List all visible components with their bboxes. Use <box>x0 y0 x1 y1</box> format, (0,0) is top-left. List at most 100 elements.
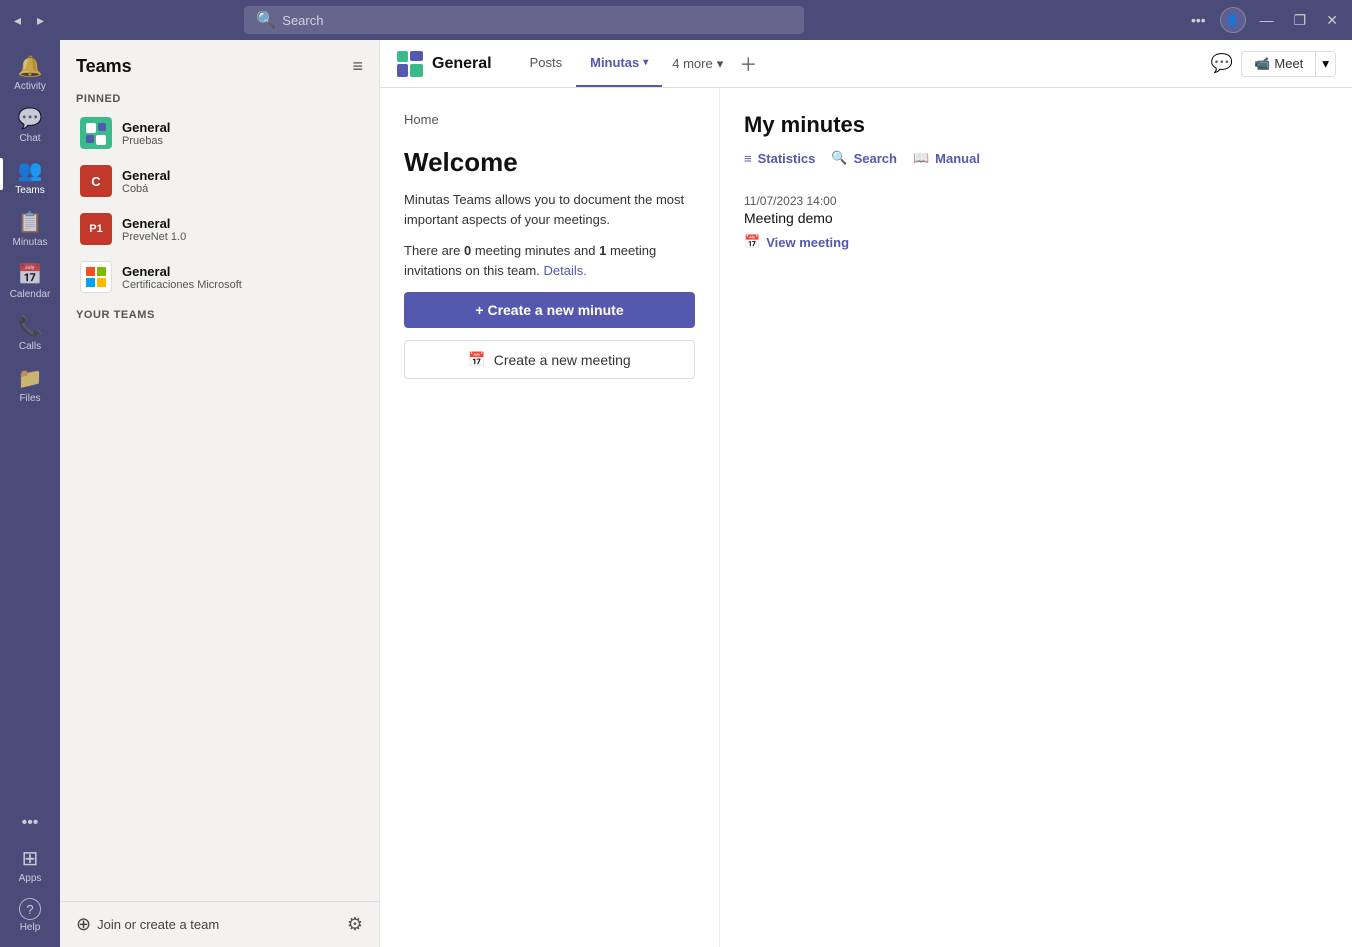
chat-icon: 💬 <box>18 106 43 131</box>
team-item-prevenet[interactable]: P1 General PreveNet 1.0 <box>64 205 375 253</box>
more-tabs-chevron: ▾ <box>717 56 724 72</box>
join-team-button[interactable]: ⊕ Join or create a team <box>76 914 339 935</box>
forward-button[interactable]: ▸ <box>31 8 50 33</box>
my-minutes-panel: My minutes ≡ Statistics 🔍 Search 📖 Manua… <box>720 88 1352 947</box>
rail-bottom: ••• ⊞ Apps ? Help <box>0 808 60 939</box>
back-button[interactable]: ◂ <box>8 8 27 33</box>
details-link[interactable]: Details. <box>543 263 586 278</box>
chat-label: Chat <box>19 133 40 144</box>
files-icon: 📁 <box>18 366 43 391</box>
tab-posts[interactable]: Posts <box>516 40 577 87</box>
channel-name: General <box>432 55 492 73</box>
video-icon: 📹 <box>1254 56 1270 72</box>
sidebar-item-help[interactable]: ? Help <box>0 892 60 939</box>
my-minutes-title: My minutes <box>744 112 1328 138</box>
sidebar-bottom: ⊕ Join or create a team ⚙ <box>60 901 379 947</box>
sidebar-item-apps[interactable]: ⊞ Apps <box>0 840 60 890</box>
team-avatar-pruebas <box>80 117 112 149</box>
filter-button[interactable]: ≡ <box>352 56 363 77</box>
titlebar: ◂ ▸ 🔍 ••• 👤 — ❐ ✕ <box>0 0 1352 40</box>
sidebar-item-files[interactable]: 📁 Files <box>0 360 60 410</box>
content-area: Home Welcome Minutas Teams allows you to… <box>380 88 1352 947</box>
maximize-button[interactable]: ❐ <box>1288 10 1313 31</box>
join-label: Join or create a team <box>97 917 219 932</box>
team-sub-prevenet: PreveNet 1.0 <box>122 231 186 243</box>
meeting-entry: 11/07/2023 14:00 Meeting demo 📅 View mee… <box>744 194 1328 250</box>
pinned-label: Pinned <box>60 85 379 109</box>
search-input[interactable] <box>282 13 792 28</box>
sidebar-item-calendar[interactable]: 📅 Calendar <box>0 256 60 306</box>
view-meeting-icon: 📅 <box>744 234 760 250</box>
minutas-label: Minutas <box>12 237 47 248</box>
sidebar-item-minutas[interactable]: 📋 Minutas <box>0 204 60 254</box>
channel-tabs: Posts Minutas ▾ 4 more ▾ ＋ <box>516 40 764 87</box>
meeting-date: 11/07/2023 14:00 <box>744 194 1328 208</box>
minutes-actions: ≡ Statistics 🔍 Search 📖 Manual <box>744 150 1328 166</box>
avatar[interactable]: 👤 <box>1220 7 1246 33</box>
team-sub-pruebas: Pruebas <box>122 135 170 147</box>
statistics-button[interactable]: ≡ Statistics <box>744 151 815 166</box>
stats-pre: There are <box>404 243 464 258</box>
titlebar-nav: ◂ ▸ <box>8 8 50 33</box>
add-tab-button[interactable]: ＋ <box>733 40 763 87</box>
statistics-label: Statistics <box>758 151 816 166</box>
view-meeting-button[interactable]: 📅 View meeting <box>744 234 1328 250</box>
team-info-coba: General Cobá <box>122 168 170 195</box>
more-options-button[interactable]: ••• <box>1185 10 1212 30</box>
activity-icon: 🔔 <box>18 54 43 79</box>
welcome-panel: Home Welcome Minutas Teams allows you to… <box>380 88 720 947</box>
manual-button[interactable]: 📖 Manual <box>913 150 980 166</box>
team-sub-coba: Cobá <box>122 183 170 195</box>
search-minutes-button[interactable]: 🔍 Search <box>831 150 897 166</box>
channel-more[interactable]: 4 more ▾ <box>662 40 733 87</box>
team-item-microsoft[interactable]: General Certificaciones Microsoft <box>64 253 375 301</box>
team-avatar-prevenet: P1 <box>80 213 112 245</box>
sidebar-item-calls[interactable]: 📞 Calls <box>0 308 60 358</box>
activity-label: Activity <box>14 81 46 92</box>
sidebar-item-more[interactable]: ••• <box>0 808 60 838</box>
sidebar-item-activity[interactable]: 🔔 Activity <box>0 48 60 98</box>
meet-label: Meet <box>1274 56 1303 71</box>
calendar-btn-icon: 📅 <box>468 351 485 368</box>
search-icon: 🔍 <box>256 10 276 30</box>
team-item-pruebas[interactable]: General Pruebas <box>64 109 375 157</box>
channel-header-right: 💬 📹 Meet ▾ <box>1211 51 1336 77</box>
calls-label: Calls <box>19 341 41 352</box>
channel-header: General Posts Minutas ▾ 4 more ▾ ＋ 💬 <box>380 40 1352 88</box>
search-minutes-label: Search <box>854 151 897 166</box>
welcome-description: Minutas Teams allows you to document the… <box>404 190 695 229</box>
team-name-prevenet: General <box>122 216 186 231</box>
settings-button[interactable]: ⚙ <box>347 914 363 935</box>
titlebar-right: ••• 👤 — ❐ ✕ <box>1185 7 1344 33</box>
more-icon: ••• <box>22 814 39 832</box>
apps-icon: ⊞ <box>22 846 39 871</box>
tab-minutas[interactable]: Minutas ▾ <box>576 40 662 87</box>
app-layout: 🔔 Activity 💬 Chat 👥 Teams 📋 Minutas 📅 Ca… <box>0 40 1352 947</box>
welcome-title: Welcome <box>404 147 695 178</box>
sidebar: Teams ≡ Pinned General Pruebas C Ge <box>60 40 380 947</box>
sidebar-item-chat[interactable]: 💬 Chat <box>0 100 60 150</box>
close-button[interactable]: ✕ <box>1320 10 1344 31</box>
create-meeting-button[interactable]: 📅 Create a new meeting <box>404 340 695 379</box>
team-item-coba[interactable]: C General Cobá <box>64 157 375 205</box>
breadcrumb: Home <box>404 112 695 127</box>
sidebar-item-teams[interactable]: 👥 Teams <box>0 152 60 202</box>
minutas-icon: 📋 <box>18 210 43 235</box>
tab-posts-label: Posts <box>530 55 563 70</box>
meet-dropdown-button[interactable]: ▾ <box>1315 52 1335 76</box>
team-name-microsoft: General <box>122 264 242 279</box>
create-minute-button[interactable]: + Create a new minute <box>404 292 695 328</box>
chat-header-button[interactable]: 💬 <box>1211 53 1233 74</box>
search-bar[interactable]: 🔍 <box>244 6 804 34</box>
channel-logo <box>396 50 424 78</box>
manual-label: Manual <box>935 151 980 166</box>
team-info-pruebas: General Pruebas <box>122 120 170 147</box>
create-meeting-label: Create a new meeting <box>494 352 631 368</box>
minimize-button[interactable]: — <box>1254 10 1280 30</box>
search-minutes-icon: 🔍 <box>831 150 847 166</box>
your-teams-label: Your teams <box>60 301 379 325</box>
meeting-name: Meeting demo <box>744 210 1328 226</box>
tab-minutas-label: Minutas <box>590 55 639 70</box>
calendar-icon: 📅 <box>18 262 43 287</box>
meet-button[interactable]: 📹 Meet <box>1242 52 1315 76</box>
